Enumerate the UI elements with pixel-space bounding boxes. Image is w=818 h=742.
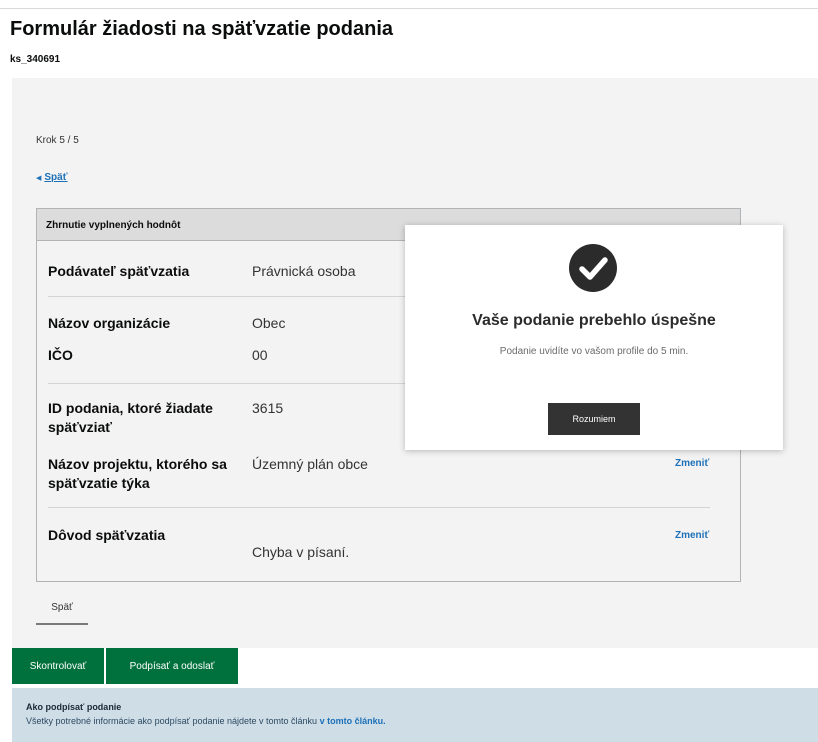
- info-panel: Ako podpísať podanie Všetky potrebné inf…: [12, 688, 818, 742]
- page: Formulár žiadosti na späťvzatie podania …: [0, 0, 818, 742]
- change-reason-link[interactable]: Zmeniť: [675, 530, 709, 541]
- page-title: Formulár žiadosti na späťvzatie podania: [10, 18, 393, 40]
- step-indicator: Krok 5 / 5: [36, 135, 79, 146]
- form-id: ks_340691: [10, 54, 61, 65]
- row-key-reason: Dôvod späťvzatia: [48, 527, 166, 543]
- info-title: Ako podpísať podanie: [26, 702, 122, 712]
- row-value-reason: Chyba v písaní.: [252, 544, 350, 560]
- chevron-left-icon: ◀: [36, 175, 42, 182]
- sign-and-send-button[interactable]: Podpísať a odoslať: [106, 648, 238, 684]
- info-article-link[interactable]: v tomto článku.: [320, 716, 386, 726]
- row-key-applicant: Podávateľ späťvzatia: [48, 263, 190, 279]
- back-link[interactable]: ◀ Späť: [36, 172, 68, 183]
- row-key-ico: IČO: [48, 347, 73, 363]
- info-text-body: Všetky potrebné informácie ako podpísať …: [26, 716, 318, 726]
- back-link-label: Späť: [44, 172, 68, 183]
- modal-title: Vaše podanie prebehlo úspešne: [472, 312, 716, 329]
- understand-button[interactable]: Rozumiem: [548, 403, 640, 435]
- row-key-submission-id: ID podania, ktoré žiadate späťvziať: [48, 400, 213, 435]
- success-modal: Vaše podanie prebehlo úspešne Podanie uv…: [405, 225, 783, 450]
- back-button[interactable]: Späť: [36, 592, 88, 625]
- change-project-link[interactable]: Zmeniť: [675, 458, 709, 469]
- row-value-organization: Obec: [252, 315, 286, 331]
- form-header: Formulár žiadosti na späťvzatie podania …: [0, 8, 818, 78]
- check-button[interactable]: Skontrolovať: [12, 648, 104, 684]
- row-value-applicant: Právnická osoba: [252, 263, 356, 279]
- row-value-project-name: Územný plán obce: [252, 456, 368, 472]
- row-key-organization: Názov organizácie: [48, 315, 171, 331]
- row-key-project-name: Názov projektu, ktorého sa späťvzatie tý…: [48, 456, 227, 491]
- row-divider: [48, 507, 710, 508]
- modal-text: Podanie uvidíte vo vašom profile do 5 mi…: [499, 346, 689, 357]
- row-value-ico: 00: [252, 347, 268, 363]
- check-circle-icon: [568, 243, 618, 293]
- row-value-submission-id: 3615: [252, 400, 284, 416]
- info-text: Všetky potrebné informácie ako podpísať …: [26, 716, 804, 726]
